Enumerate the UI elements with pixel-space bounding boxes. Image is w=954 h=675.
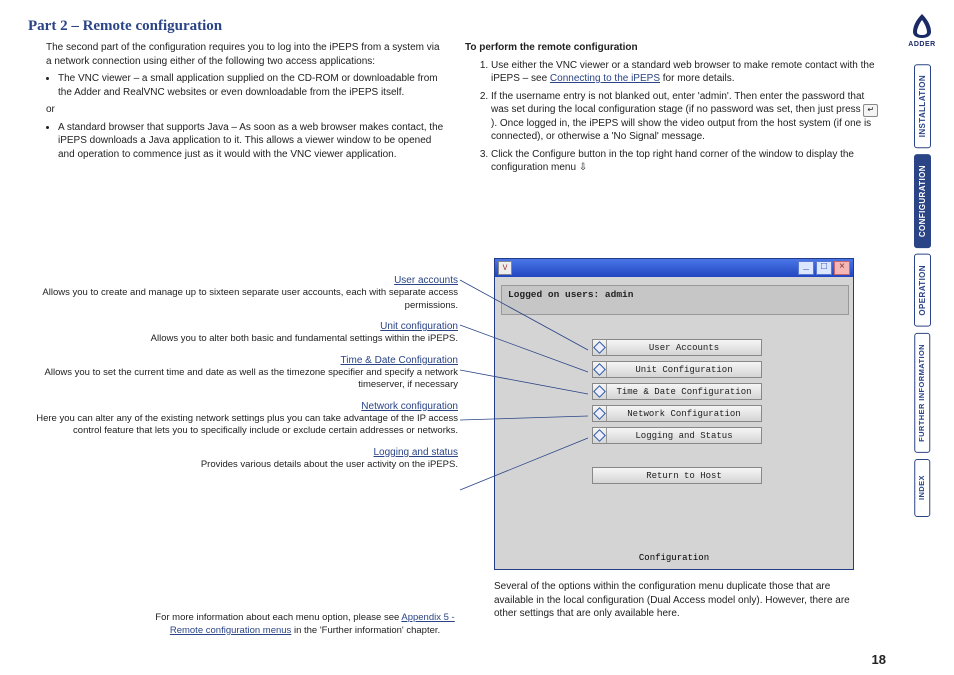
link-time-date[interactable]: Time & Date Configuration (341, 355, 458, 366)
intro-text: The second part of the configuration req… (46, 41, 447, 68)
brand-name: ADDER (908, 41, 935, 48)
callouts-block: User accounts Allows you to create and m… (28, 274, 458, 479)
window-titlebar: V _ □ × (495, 259, 853, 277)
callout-user-accounts: User accounts Allows you to create and m… (28, 274, 458, 312)
window-footer-label: Configuration (495, 553, 853, 563)
brand-logo: ADDER (902, 12, 942, 52)
step-3: Click the Configure button in the top ri… (491, 148, 884, 175)
tab-operation[interactable]: OPERATION (914, 254, 931, 327)
callout-unit-configuration: Unit configuration Allows you to alter b… (28, 320, 458, 346)
tab-configuration[interactable]: CONFIGURATION (914, 154, 931, 248)
callout-network-configuration: Network configuration Here you can alter… (28, 400, 458, 438)
callout-logging-status: Logging and status Provides various deta… (28, 446, 458, 472)
link-user-accounts[interactable]: User accounts (394, 275, 458, 286)
tab-index[interactable]: INDEX (914, 459, 930, 517)
logged-on-bar: Logged on users: admin (501, 285, 849, 315)
callout-time-date: Time & Date Configuration Allows you to … (28, 354, 458, 392)
right-column: To perform the remote configuration Use … (465, 41, 884, 179)
or-text: or (46, 103, 447, 117)
window-icon: V (498, 261, 512, 275)
page-content: Part 2 – Remote configuration The second… (0, 0, 894, 675)
step-1: Use either the VNC viewer or a standard … (491, 59, 884, 86)
link-network-configuration[interactable]: Network configuration (361, 401, 458, 412)
step-2: If the username entry is not blanked out… (491, 90, 884, 144)
menu-time-date[interactable]: Time & Date Configuration (592, 383, 762, 400)
vnc-window: V _ □ × Logged on users: admin User Acco… (494, 258, 854, 570)
tab-installation[interactable]: INSTALLATION (914, 64, 931, 148)
menu-return-to-host[interactable]: Return to Host (592, 467, 762, 484)
menu-unit-configuration[interactable]: Unit Configuration (592, 361, 762, 378)
tab-further-information[interactable]: FURTHER INFORMATION (914, 333, 930, 453)
section-heading: Part 2 – Remote configuration (28, 18, 884, 35)
page-number: 18 (872, 652, 886, 667)
left-column: The second part of the configuration req… (28, 41, 447, 179)
minimize-icon[interactable]: _ (798, 261, 814, 275)
more-info-note: For more information about each menu opt… (150, 612, 460, 638)
maximize-icon[interactable]: □ (816, 261, 832, 275)
enter-key-icon: ↵ (863, 104, 878, 117)
sidebar-nav: ADDER INSTALLATION CONFIGURATION OPERATI… (894, 0, 954, 675)
menu-user-accounts[interactable]: User Accounts (592, 339, 762, 356)
link-logging-status[interactable]: Logging and status (373, 447, 458, 458)
link-connecting[interactable]: Connecting to the iPEPS (550, 73, 660, 84)
menu-network-configuration[interactable]: Network Configuration (592, 405, 762, 422)
duplicate-options-note: Several of the options within the config… (494, 580, 854, 621)
link-unit-configuration[interactable]: Unit configuration (380, 321, 458, 332)
bullet-vnc: The VNC viewer – a small application sup… (58, 72, 447, 99)
menu-logging-status[interactable]: Logging and Status (592, 427, 762, 444)
perform-heading: To perform the remote configuration (465, 41, 884, 55)
bullet-browser: A standard browser that supports Java – … (58, 121, 447, 162)
close-icon[interactable]: × (834, 261, 850, 275)
